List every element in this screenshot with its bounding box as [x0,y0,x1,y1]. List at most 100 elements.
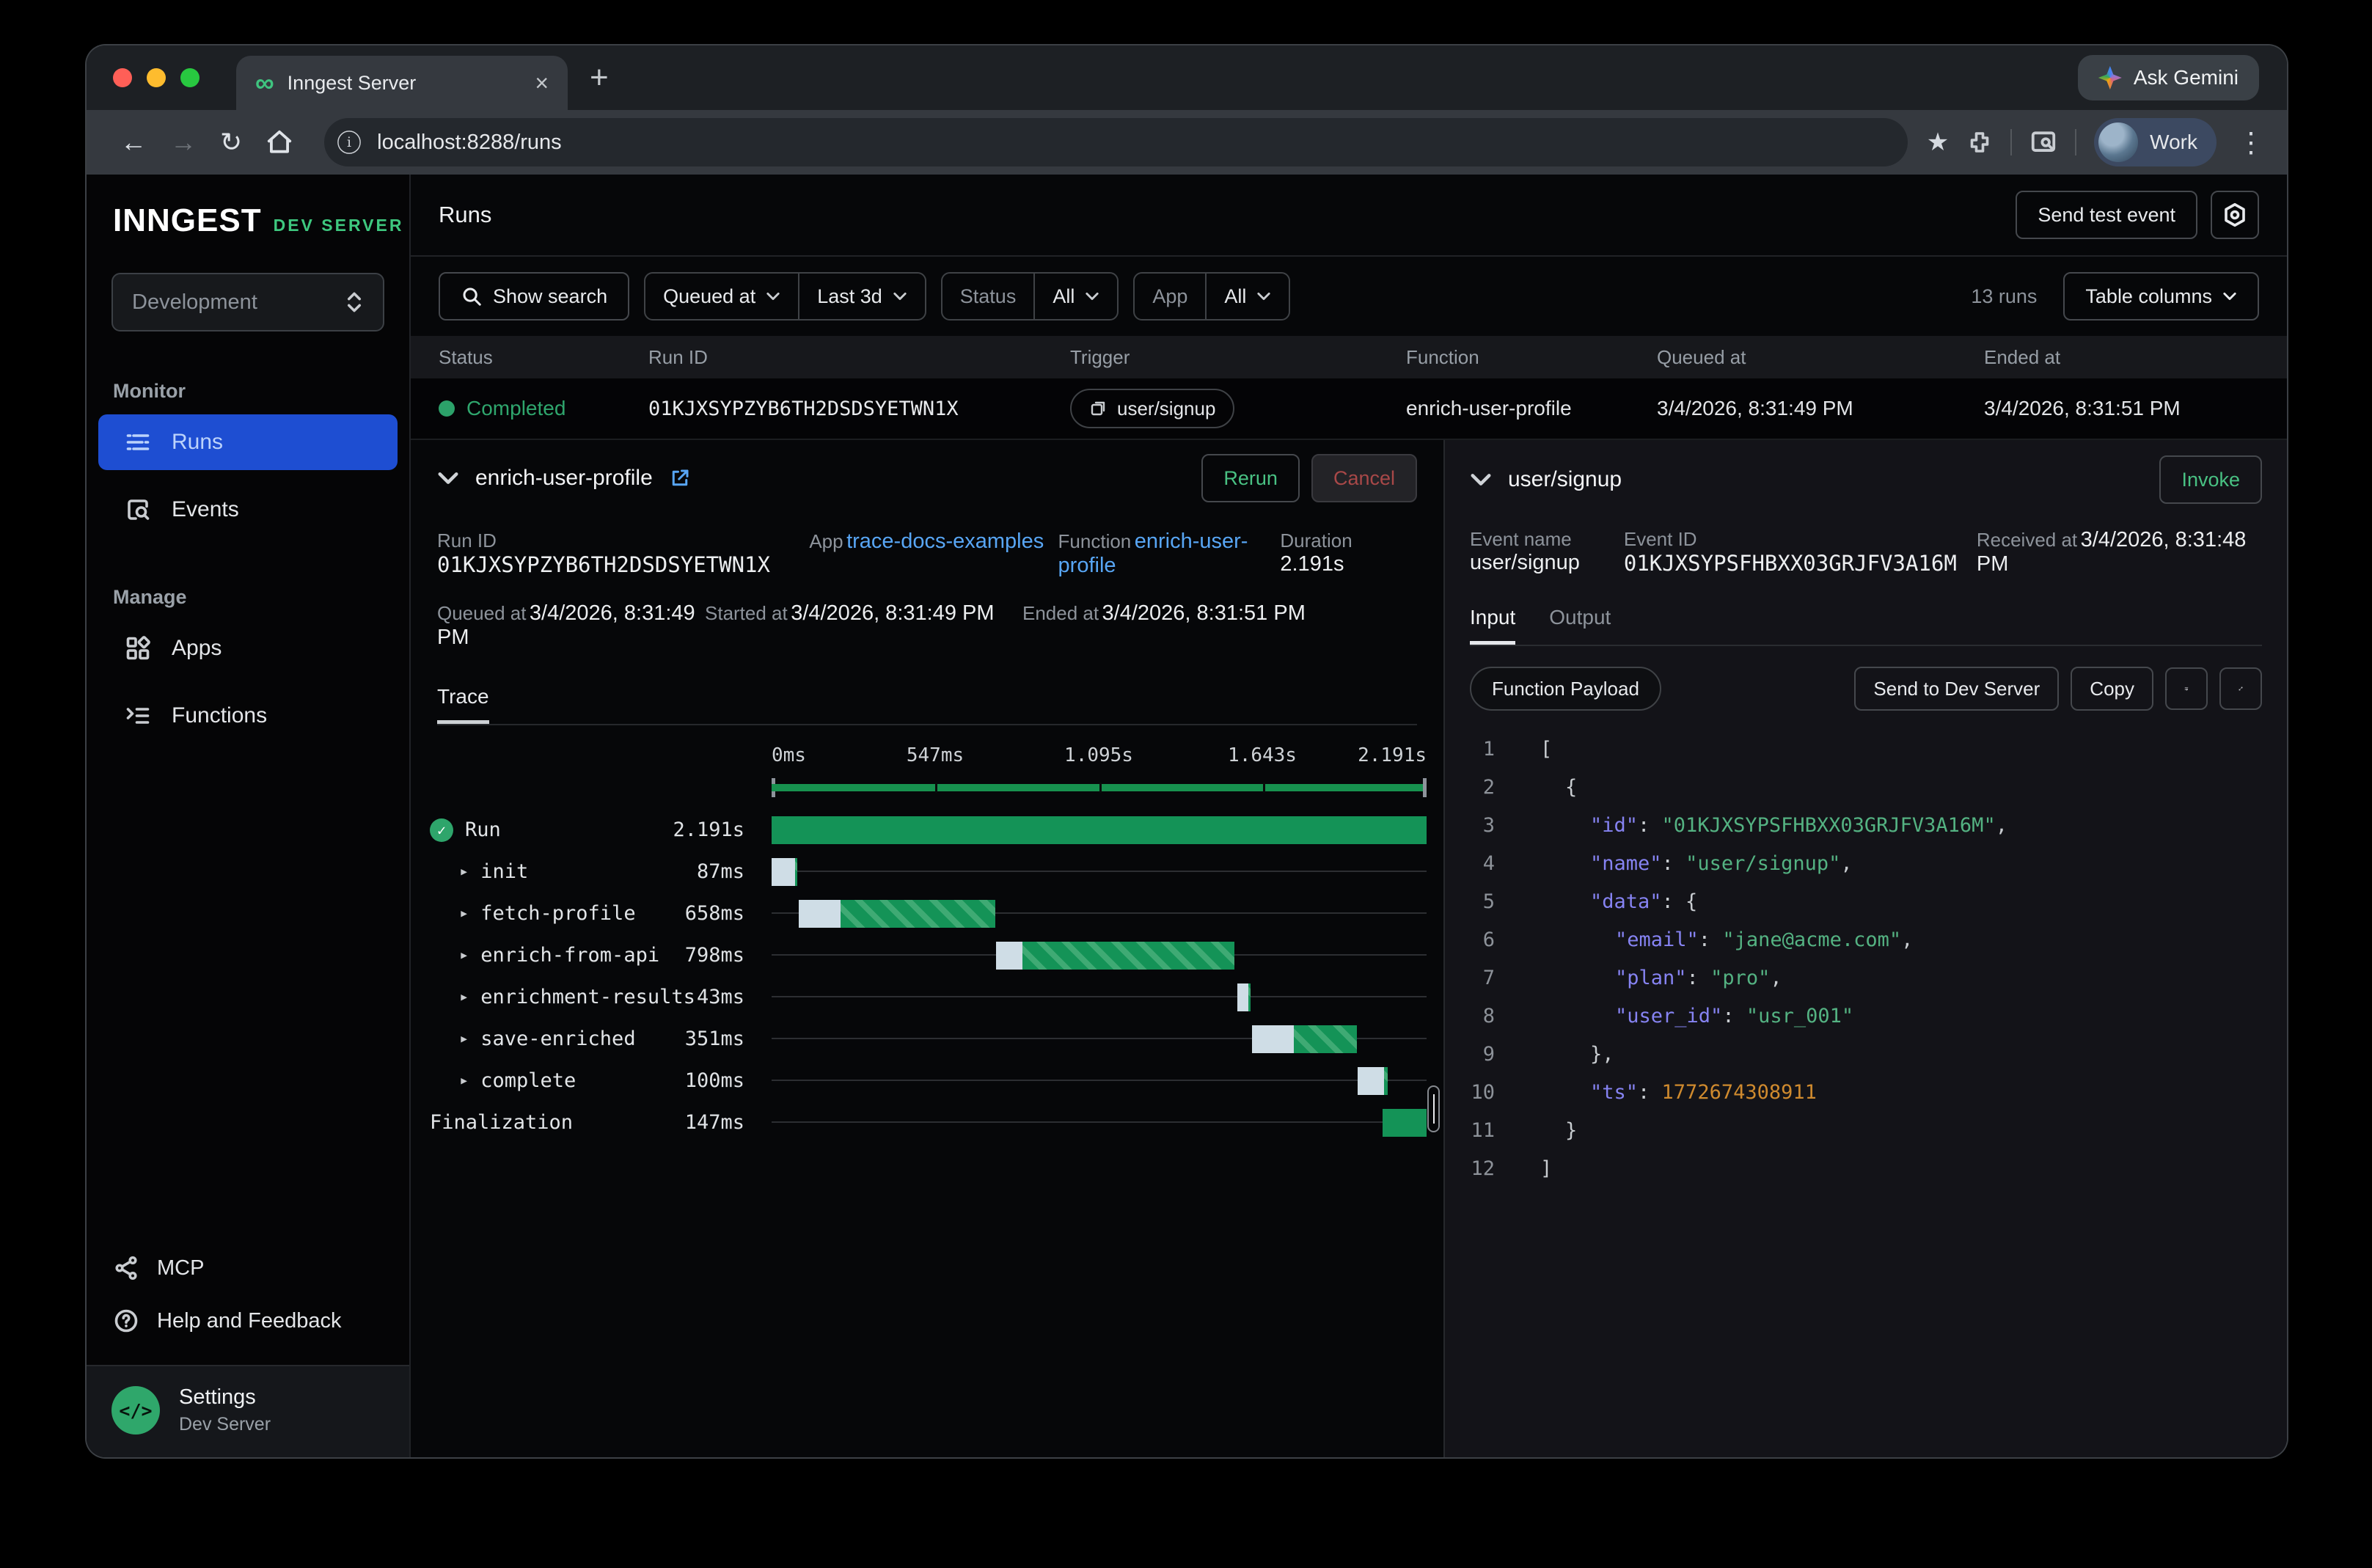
tab-output[interactable]: Output [1549,606,1611,645]
invoke-button[interactable]: Invoke [2159,455,2262,504]
scrollbar-thumb[interactable] [1427,1085,1440,1132]
bookmark-star-icon[interactable]: ★ [1927,128,1949,157]
new-tab-button[interactable]: + [590,59,609,96]
axis-tick: 2.191s [1358,744,1427,766]
collapse-chevron-icon[interactable] [437,471,459,486]
reload-icon[interactable]: ↻ [220,129,242,155]
settings-gear-button[interactable] [2211,191,2259,239]
trace-bar[interactable] [1252,1025,1357,1053]
word-wrap-button[interactable] [2165,667,2208,710]
trace-bar[interactable] [996,942,1234,970]
browser-tab[interactable]: ∞ Inngest Server × [236,56,568,110]
table-columns-button[interactable]: Table columns [2063,272,2259,320]
app-filter[interactable]: App All [1133,272,1290,320]
tab-input[interactable]: Input [1470,606,1515,645]
table-row[interactable]: Completed 01KJXSYPZYB6TH2DSDSYETWN1X use… [411,378,2287,440]
sidebar-item-help[interactable]: Help and Feedback [87,1294,409,1347]
profile-label: Work [2150,131,2197,154]
url-bar[interactable]: i localhost:8288/runs [324,118,1908,166]
cancel-button[interactable]: Cancel [1311,454,1417,502]
code-line: 7"plan": "pro", [1445,959,2287,997]
site-info-icon[interactable]: i [337,131,361,154]
trace-bar[interactable] [1237,983,1251,1011]
chevron-right-icon[interactable]: ▸ [459,904,469,923]
trace-bar[interactable] [799,900,995,928]
extensions-icon[interactable] [1966,129,1993,155]
chevron-right-icon[interactable]: ▸ [459,862,469,881]
status-filter[interactable]: Status All [941,272,1119,320]
collapse-chevron-icon[interactable] [1470,472,1492,487]
browser-window: ∞ Inngest Server × + Ask Gemini ← → ↻ i … [87,45,2287,1457]
filter-bar: Show search Queued at Last 3d Status All… [411,257,2287,336]
maximize-window-button[interactable] [180,68,200,87]
minimize-window-button[interactable] [147,68,166,87]
side-panel-search-icon[interactable] [2029,128,2057,156]
sidebar-item-mcp[interactable]: MCP [87,1242,409,1294]
toolbar-divider [2010,129,2012,155]
minimap-tick [1099,783,1102,793]
copy-button[interactable]: Copy [2071,667,2153,711]
event-tabs: Input Output [1470,606,2262,646]
trace-row[interactable]: ▸enrich-from-api798ms [411,934,1443,976]
back-icon[interactable]: ← [120,129,147,155]
runs-table-header: Status Run ID Trigger Function Queued at… [411,336,2287,378]
trace-row[interactable]: ▸complete100ms [411,1060,1443,1102]
tab-trace[interactable]: Trace [437,685,489,724]
search-icon [461,285,483,307]
app-link[interactable]: trace-docs-examples [846,530,1044,553]
ask-gemini-button[interactable]: Ask Gemini [2078,55,2259,100]
minimap-handle-right[interactable] [1423,778,1427,797]
trace-minimap[interactable] [772,775,1427,800]
trace-bar[interactable] [1383,1109,1427,1137]
sidebar-item-functions[interactable]: Functions [98,688,398,744]
home-icon[interactable] [266,128,293,156]
sidebar-item-events[interactable]: Events [98,482,398,538]
column-header: Ended at [1984,346,2259,369]
sidebar-item-runs[interactable]: Runs [98,414,398,470]
function-payload-pill[interactable]: Function Payload [1470,667,1661,711]
trace-bar[interactable] [772,816,1427,844]
sidebar-item-apps[interactable]: Apps [98,620,398,676]
line-number: 8 [1445,1005,1495,1027]
chevron-right-icon[interactable]: ▸ [459,1030,469,1048]
step-duration: 100ms [685,1069,744,1092]
chevron-right-icon[interactable]: ▸ [459,988,469,1006]
trace-row[interactable]: ✓Run2.191s [411,809,1443,851]
forward-icon[interactable]: → [170,129,197,155]
tab-close-icon[interactable]: × [535,70,549,97]
trace-row[interactable]: ▸save-enriched351ms [411,1018,1443,1060]
sidebar-item-label: Functions [172,703,267,728]
chevron-down-icon [2222,292,2237,301]
close-window-button[interactable] [113,68,132,87]
chevron-right-icon[interactable]: ▸ [459,946,469,964]
time-filter[interactable]: Queued at Last 3d [644,272,926,320]
profile-button[interactable]: Work [2094,118,2217,166]
browser-menu-icon[interactable]: ⋮ [2237,126,2265,159]
trace-row[interactable]: ▸init87ms [411,851,1443,893]
chevron-right-icon[interactable]: ▸ [459,1071,469,1090]
line-number: 11 [1445,1119,1495,1142]
environment-select[interactable]: Development [111,273,384,331]
step-duration: 798ms [685,944,744,967]
event-icon [1089,400,1107,417]
send-test-event-button[interactable]: Send test event [2016,191,2197,239]
external-link-icon[interactable] [669,467,691,489]
line-number: 4 [1445,852,1495,875]
send-to-dev-server-button[interactable]: Send to Dev Server [1854,667,2059,711]
show-search-button[interactable]: Show search [439,272,629,320]
trace-bar[interactable] [772,858,797,886]
rerun-button[interactable]: Rerun [1201,454,1300,502]
trace-row[interactable]: ▸enrichment-results43ms [411,976,1443,1018]
event-title: user/signup [1508,467,1622,492]
step-name: Run [465,818,501,841]
payload-code[interactable]: 1[2{3"id": "01KJXSYPSFHBXX03GRJFV3A16M",… [1445,730,2287,1187]
trace-row[interactable]: ▸fetch-profile658ms [411,893,1443,934]
trigger-pill[interactable]: user/signup [1070,389,1234,428]
trace-bar[interactable] [1358,1067,1388,1095]
sidebar: INNGEST DEV SERVER Development Monitor R… [87,175,411,1457]
dev-server-badge: DEV SERVER [274,216,404,235]
line-number: 6 [1445,928,1495,951]
trace-row[interactable]: Finalization147ms [411,1102,1443,1143]
settings-row[interactable]: </> Settings Dev Server [87,1365,409,1457]
expand-button[interactable] [2219,667,2262,710]
